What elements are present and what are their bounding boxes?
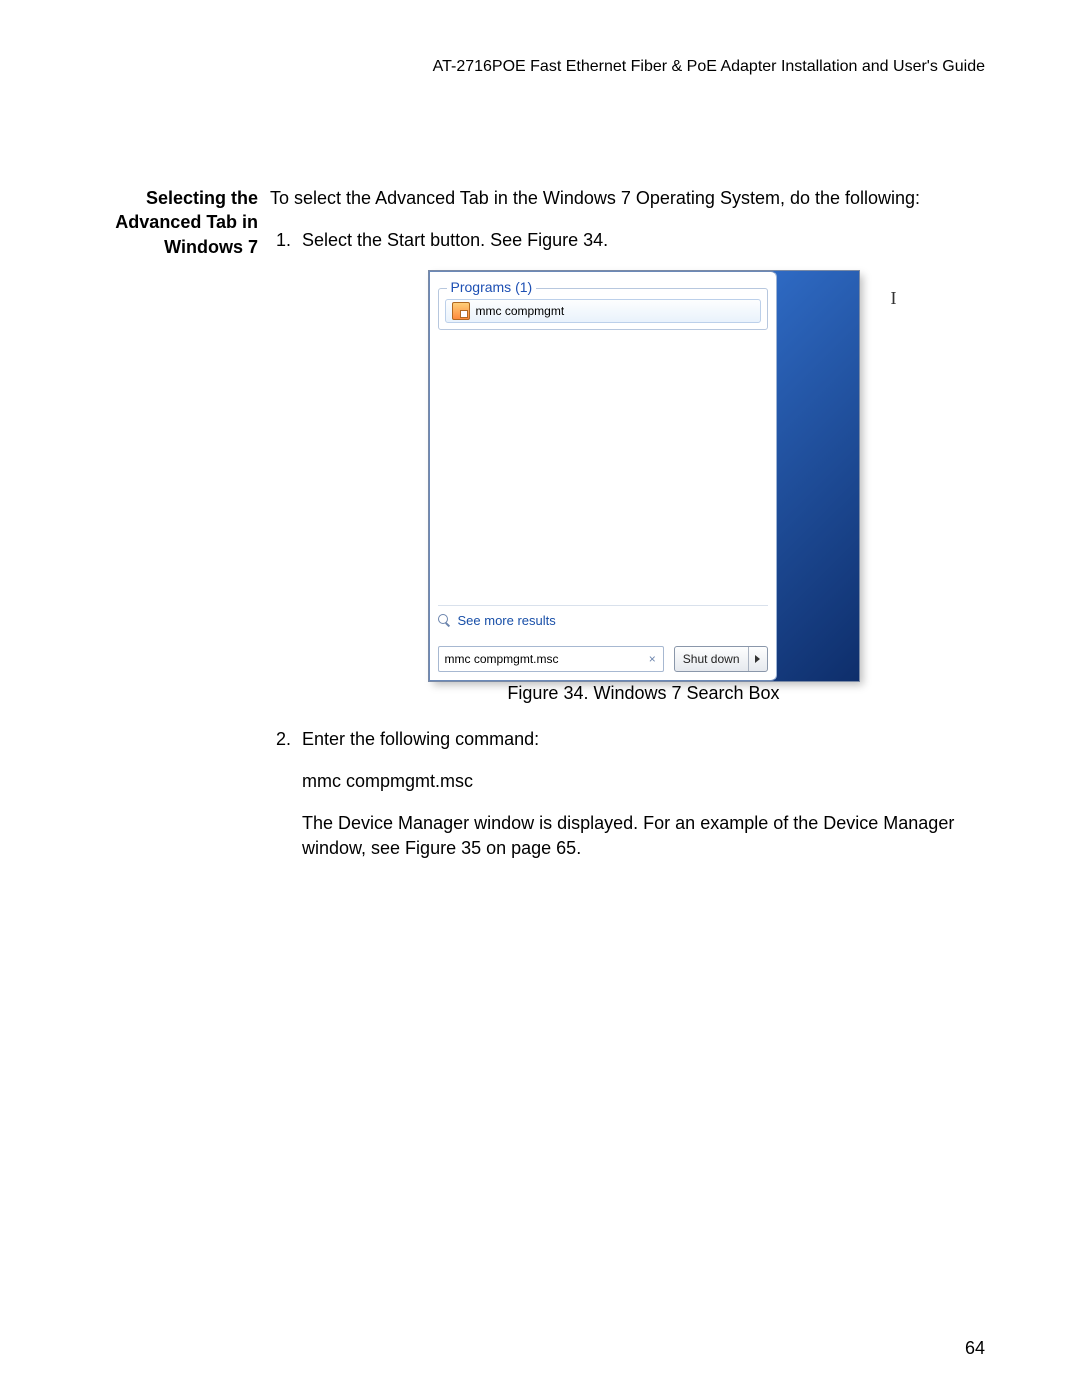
procedure-step-1: Select the Start button. See Figure 34. … <box>296 228 985 705</box>
search-icon <box>438 614 452 628</box>
running-head: AT-2716POE Fast Ethernet Fiber & PoE Ada… <box>95 58 985 76</box>
see-more-label: See more results <box>458 612 556 630</box>
procedure-list: Select the Start button. See Figure 34. … <box>270 228 985 860</box>
shutdown-button[interactable]: Shut down <box>675 647 749 671</box>
content-area: Selecting the Advanced Tab in Windows 7 … <box>95 186 985 878</box>
figure-caption: Figure 34. Windows 7 Search Box <box>302 681 985 705</box>
search-result-text: mmc compmgmt <box>476 303 565 319</box>
start-menu-bottom-row: mmc compmgmt.msc × Shut down <box>438 646 768 672</box>
page-number: 64 <box>965 1338 985 1359</box>
screenshot-desktop: I Programs (1) mmc compmgmt <box>429 271 859 681</box>
procedure-step-2: Enter the following command: mmc compmgm… <box>296 727 985 860</box>
clear-search-button[interactable]: × <box>646 651 659 667</box>
heading-line: Advanced Tab in <box>95 210 258 234</box>
heading-line: Windows 7 <box>95 235 258 259</box>
step-text: Select the Start button. See Figure 34. <box>302 230 608 250</box>
start-menu-search-panel: Programs (1) mmc compmgmt See more resul… <box>429 271 777 681</box>
heading-line: Selecting the <box>95 186 258 210</box>
figure-34: I Programs (1) mmc compmgmt <box>302 271 985 705</box>
intro-paragraph: To select the Advanced Tab in the Window… <box>270 186 985 210</box>
programs-group-label: Programs (1) <box>447 278 537 297</box>
msc-file-icon <box>452 302 470 320</box>
section-heading: Selecting the Advanced Tab in Windows 7 <box>95 186 270 259</box>
shutdown-split-button[interactable]: Shut down <box>674 646 768 672</box>
search-input-value: mmc compmgmt.msc <box>445 651 559 667</box>
search-input[interactable]: mmc compmgmt.msc × <box>438 646 664 672</box>
ibeam-cursor-icon: I <box>891 286 897 310</box>
see-more-results-link[interactable]: See more results <box>438 605 768 630</box>
shutdown-menu-arrow-icon[interactable] <box>749 647 767 671</box>
step-body: The Device Manager window is displayed. … <box>302 811 985 860</box>
step-text: Enter the following command: <box>302 727 985 751</box>
search-result-item[interactable]: mmc compmgmt <box>445 299 761 323</box>
document-page: AT-2716POE Fast Ethernet Fiber & PoE Ada… <box>0 0 1080 1397</box>
command-text: mmc compmgmt.msc <box>302 769 985 793</box>
main-column: To select the Advanced Tab in the Window… <box>270 186 985 878</box>
programs-group: Programs (1) mmc compmgmt <box>438 288 768 330</box>
